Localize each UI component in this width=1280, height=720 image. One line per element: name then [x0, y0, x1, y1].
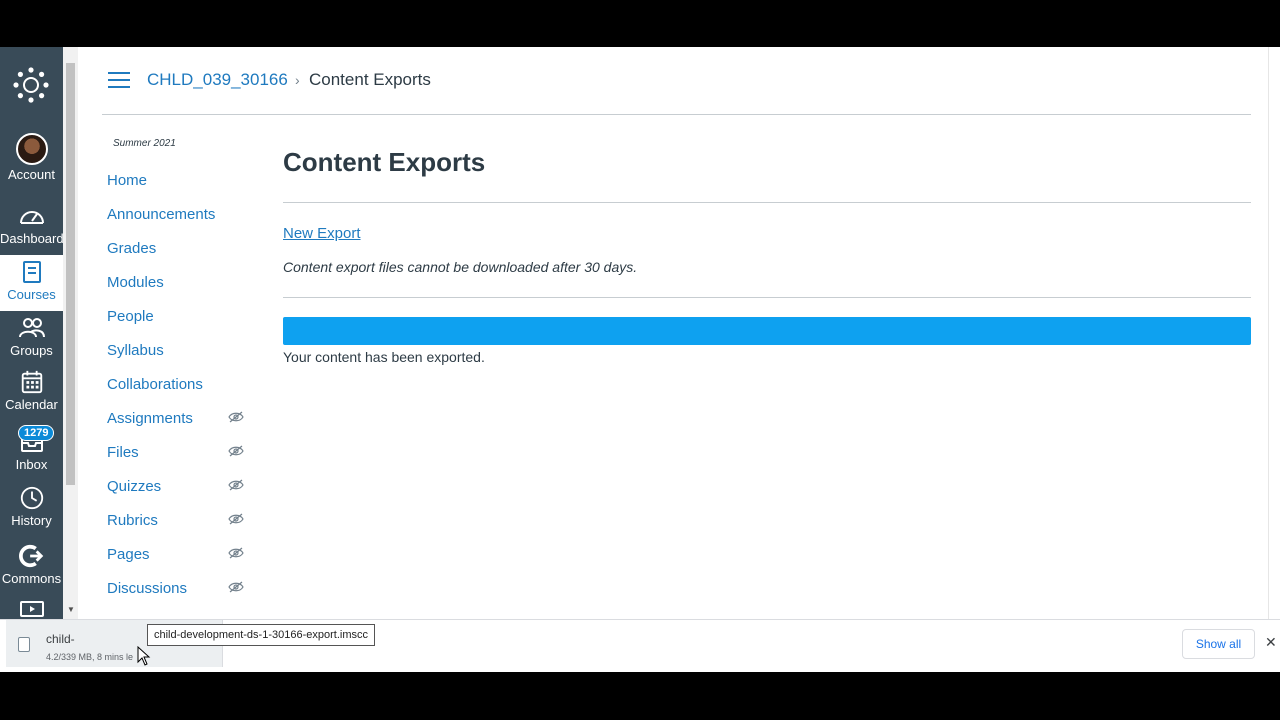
global-nav-dashboard[interactable]: Dashboard [0, 203, 64, 261]
page-scrollbar[interactable]: ▼ [63, 47, 78, 619]
global-nav-label: Inbox [15, 457, 48, 472]
inbox-unread-badge: 1279 [18, 425, 55, 441]
download-bar: child- 4.2/339 MB, 8 mins le ✕ child-dev… [0, 619, 1280, 672]
courses-icon [22, 261, 41, 283]
divider [283, 202, 1251, 203]
scroll-down-arrow-icon[interactable]: ▼ [67, 605, 75, 614]
global-nav-label: Groups [10, 343, 53, 358]
download-tooltip: child-development-ds-1-30166-export.imsc… [147, 624, 375, 646]
global-nav-commons[interactable]: Commons [0, 543, 63, 601]
hidden-eye-icon [228, 513, 244, 525]
mouse-cursor-icon [137, 646, 151, 666]
global-nav-label: Courses [7, 287, 56, 302]
global-nav-courses[interactable]: Courses [0, 255, 63, 311]
course-nav-grades[interactable]: Grades [107, 240, 156, 257]
history-icon [20, 486, 43, 510]
hamburger-menu-icon[interactable] [108, 72, 130, 88]
export-expiry-note: Content export files cannot be downloade… [283, 259, 638, 275]
course-nav-assignments[interactable]: Assignments [107, 410, 193, 427]
canvas-logo-icon[interactable] [13, 67, 49, 103]
global-nav-inbox[interactable]: 1279 Inbox [0, 425, 63, 487]
hidden-eye-icon [228, 581, 244, 593]
breadcrumb-separator: › [295, 72, 300, 88]
export-progress-bar [283, 317, 1251, 345]
course-nav-collaborations[interactable]: Collaborations [107, 376, 203, 393]
right-scrollbar[interactable] [1268, 47, 1280, 619]
course-nav-people[interactable]: People [107, 308, 154, 325]
studio-icon[interactable] [20, 601, 44, 619]
export-status-text: Your content has been exported. [283, 349, 485, 365]
global-nav-calendar[interactable]: Calendar [0, 369, 63, 427]
hidden-eye-icon [228, 411, 244, 423]
export-progress-fill [283, 317, 1251, 345]
course-nav-modules[interactable]: Modules [107, 274, 164, 291]
global-nav-account[interactable]: Account [0, 133, 63, 193]
course-nav-home[interactable]: Home [107, 172, 147, 189]
breadcrumb-current: Content Exports [309, 70, 431, 89]
commons-icon [18, 544, 43, 568]
page-header: CHLD_039_30166 › Content Exports [102, 47, 1251, 115]
divider [283, 297, 1251, 298]
course-nav-files[interactable]: Files [107, 444, 139, 461]
global-nav-history[interactable]: History [0, 485, 63, 543]
breadcrumb-course-link[interactable]: CHLD_039_30166 [147, 70, 288, 90]
course-nav-rubrics[interactable]: Rubrics [107, 512, 158, 529]
page-title: Content Exports [283, 147, 486, 177]
download-file-name: child- [46, 632, 75, 646]
hidden-eye-icon [228, 445, 244, 457]
global-nav: Account Dashboard Courses Groups Calenda… [0, 47, 64, 619]
course-nav-syllabus[interactable]: Syllabus [107, 342, 164, 359]
show-all-downloads-button[interactable]: Show all [1182, 629, 1255, 659]
avatar [15, 133, 48, 165]
course-nav-pages[interactable]: Pages [107, 546, 150, 563]
file-icon [18, 637, 30, 652]
scrollbar-thumb[interactable] [66, 63, 75, 485]
global-nav-groups[interactable]: Groups [0, 315, 63, 373]
course-nav-discussions[interactable]: Discussions [107, 580, 187, 597]
dashboard-icon [19, 211, 44, 224]
global-nav-label: History [11, 513, 52, 528]
download-progress-text: 4.2/339 MB, 8 mins le [46, 652, 134, 662]
global-nav-label: Dashboard [0, 231, 64, 246]
browser-viewport: Account Dashboard Courses Groups Calenda… [0, 47, 1280, 672]
global-nav-label: Calendar [5, 397, 58, 412]
course-term: Summer 2021 [113, 138, 176, 149]
calendar-icon [21, 370, 42, 394]
close-download-bar-icon[interactable]: ✕ [1265, 634, 1277, 651]
hidden-eye-icon [228, 547, 244, 559]
global-nav-label: Commons [1, 571, 62, 586]
groups-icon [18, 318, 45, 338]
course-nav-quizzes[interactable]: Quizzes [107, 478, 161, 495]
global-nav-label: Account [8, 167, 55, 182]
hidden-eye-icon [228, 479, 244, 491]
course-nav-announcements[interactable]: Announcements [107, 206, 215, 223]
new-export-link[interactable]: New Export [283, 225, 361, 242]
